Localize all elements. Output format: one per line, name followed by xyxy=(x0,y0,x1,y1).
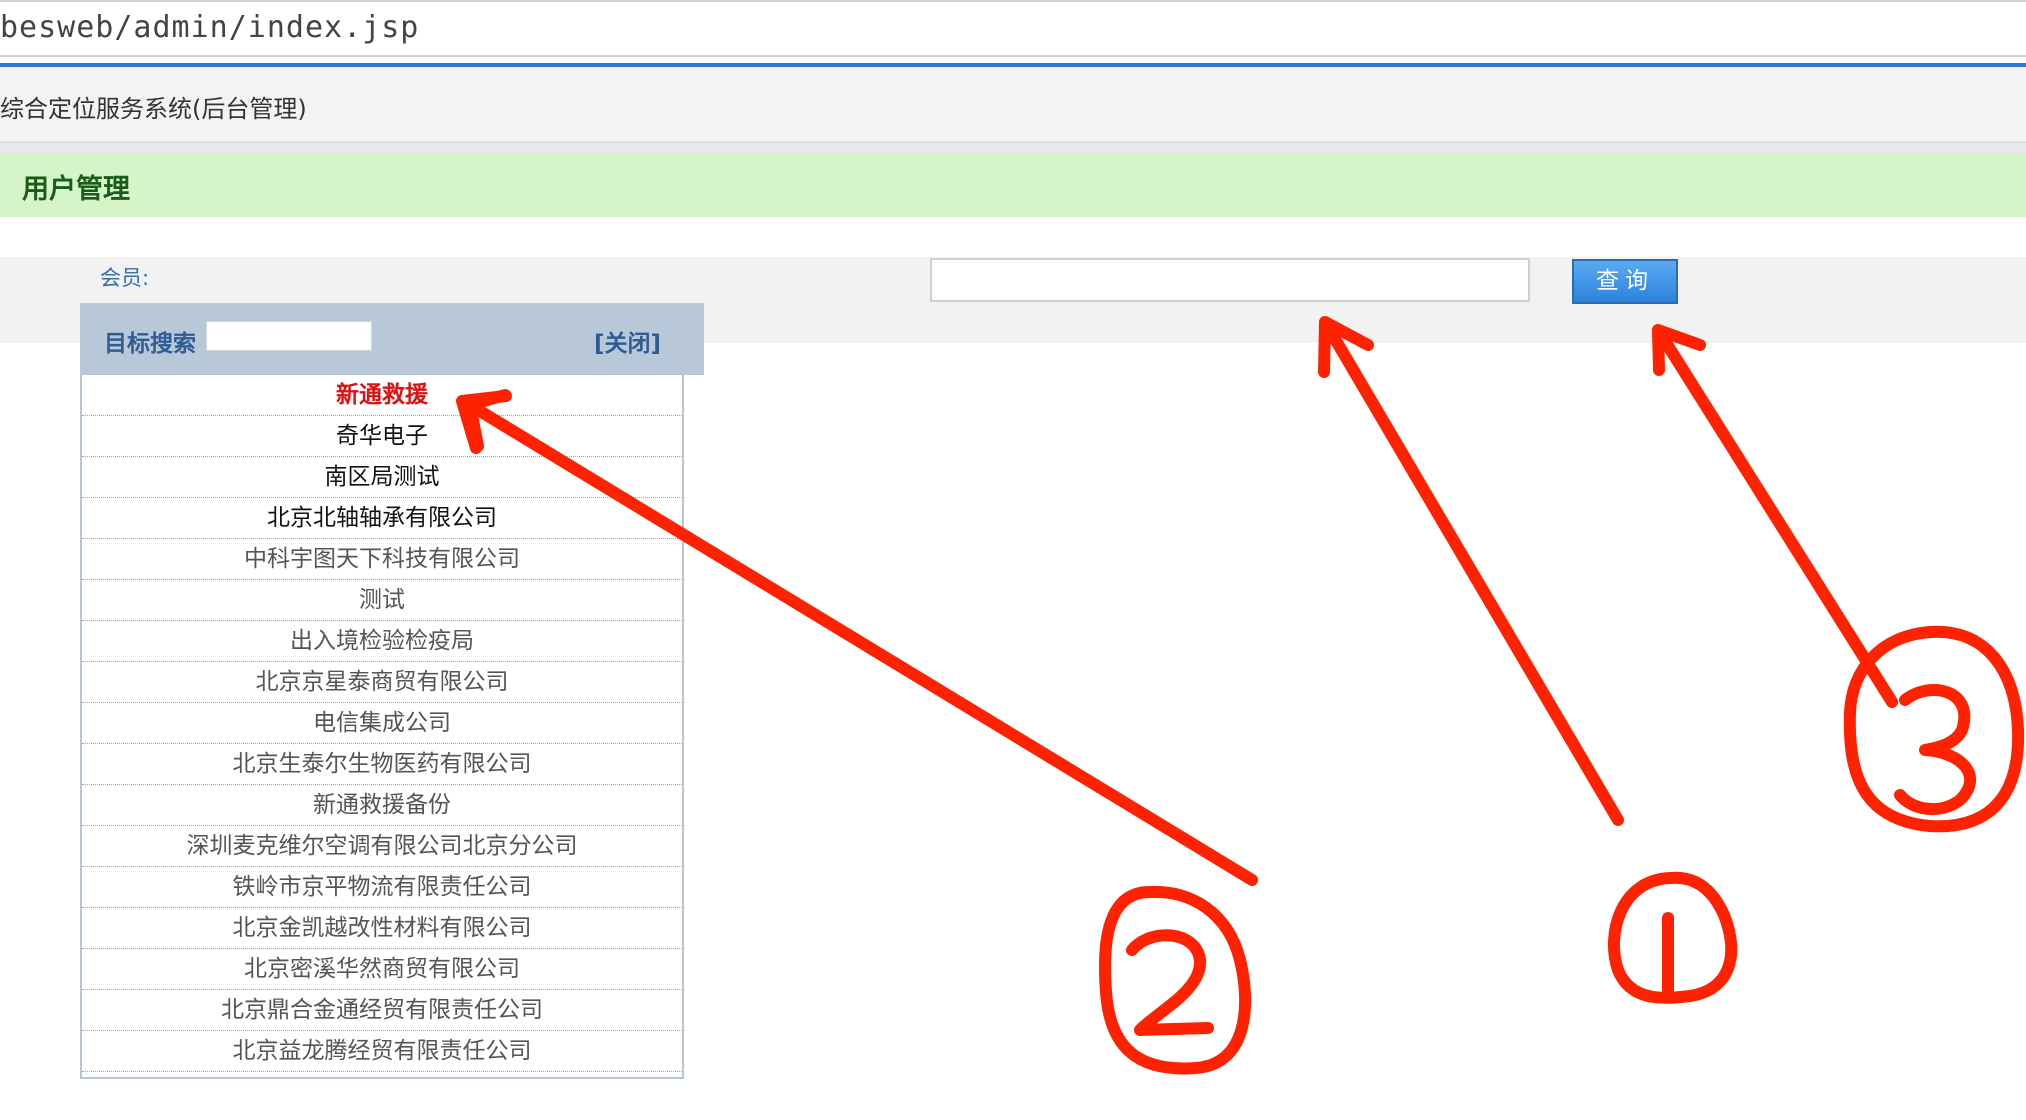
arrow-1-icon xyxy=(1318,316,1624,826)
arrow-3-icon xyxy=(1652,324,1898,708)
digit-3-icon xyxy=(1894,684,1977,816)
circled-3-icon xyxy=(1843,625,2025,833)
annotation-overlay xyxy=(456,316,2025,1075)
digit-2-icon xyxy=(1126,929,1214,1036)
arrow-2-icon xyxy=(464,389,1258,886)
circled-2-icon xyxy=(1098,885,1252,1075)
